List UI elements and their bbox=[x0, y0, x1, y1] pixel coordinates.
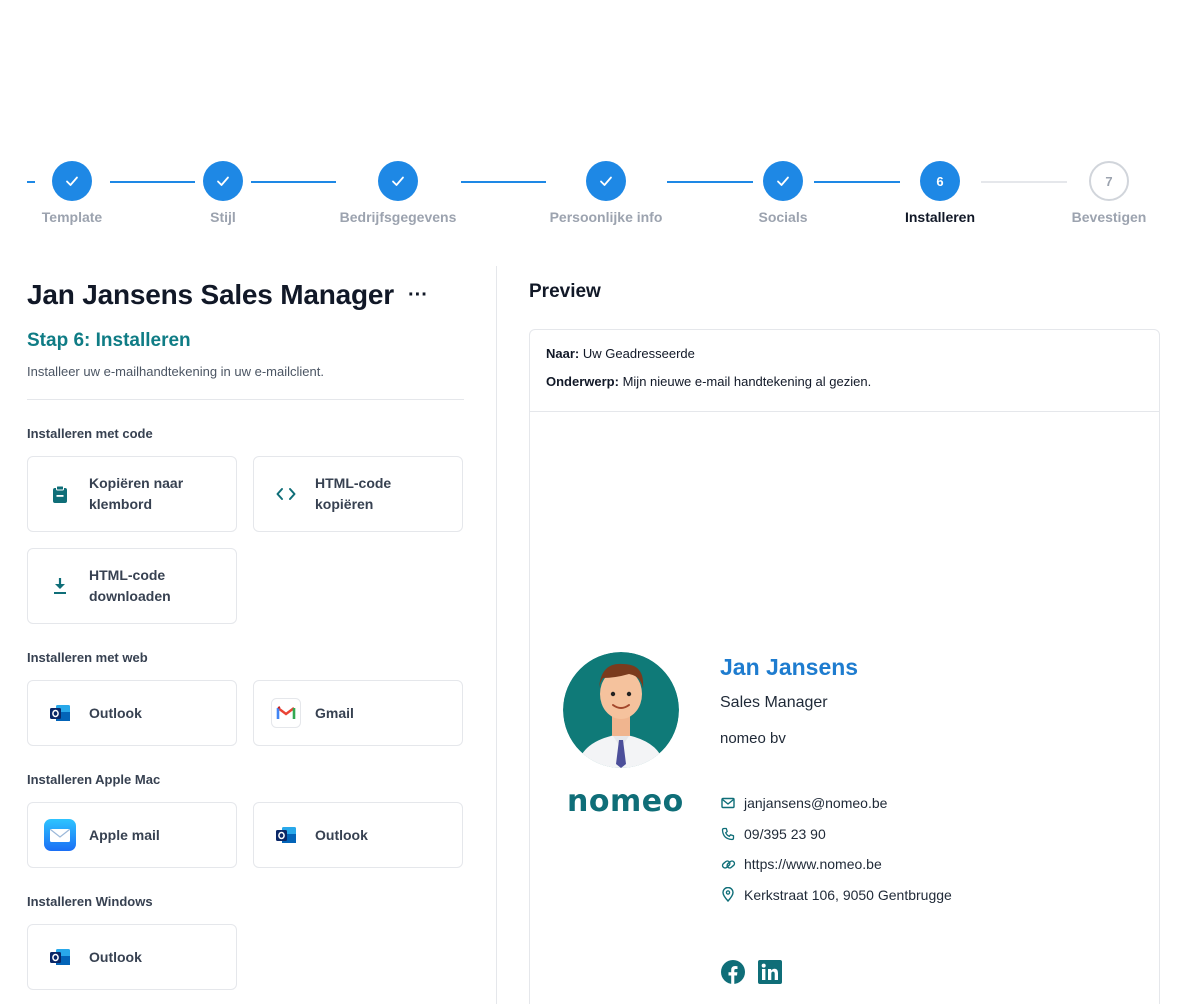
preview-title: Preview bbox=[529, 281, 601, 302]
apple-mail-icon bbox=[44, 819, 76, 851]
phone-text[interactable]: 09/395 23 90 bbox=[744, 826, 826, 842]
divider bbox=[27, 399, 464, 400]
mail-subject: Onderwerp: Mijn nieuwe e-mail handtekeni… bbox=[546, 374, 1143, 389]
step-label: Installeren bbox=[904, 209, 976, 225]
subject-label: Onderwerp: bbox=[546, 374, 619, 389]
outlook-icon bbox=[44, 697, 76, 729]
card-label: Gmail bbox=[315, 704, 354, 721]
section-title-code: Installeren met code bbox=[27, 426, 153, 441]
outlook-icon bbox=[44, 941, 76, 973]
check-icon bbox=[203, 161, 243, 201]
card-label: Outlook bbox=[89, 948, 142, 965]
signature-role: Sales Manager bbox=[720, 694, 828, 711]
signature-company: nomeo bv bbox=[720, 730, 786, 747]
section-title-mac: Installeren Apple Mac bbox=[27, 772, 161, 787]
more-icon[interactable]: ··· bbox=[408, 285, 428, 305]
website-text[interactable]: https://www.nomeo.be bbox=[744, 856, 882, 872]
facebook-icon[interactable] bbox=[720, 959, 745, 984]
step-stijl[interactable]: Stijl bbox=[143, 160, 303, 225]
download-icon bbox=[44, 570, 76, 602]
step-label: Socials bbox=[758, 209, 808, 225]
link-icon bbox=[720, 856, 736, 872]
step-title: Stap 6: Installeren bbox=[27, 330, 191, 351]
outlook-windows-button[interactable]: Outlook bbox=[27, 924, 237, 990]
clipboard-icon bbox=[44, 478, 76, 510]
step-label: Template bbox=[41, 209, 103, 225]
signature-name: Jan Jansens bbox=[720, 654, 859, 680]
copy-html-button[interactable]: HTML-code kopiëren bbox=[253, 456, 463, 532]
step-description: Installeer uw e-mailhandtekening in uw e… bbox=[27, 364, 324, 379]
step-label: Stijl bbox=[210, 209, 236, 225]
check-icon bbox=[378, 161, 418, 201]
check-icon bbox=[52, 161, 92, 201]
section-title-web: Installeren met web bbox=[27, 650, 148, 665]
social-links bbox=[720, 959, 782, 984]
outlook-web-button[interactable]: Outlook bbox=[27, 680, 237, 746]
step-bedrijfsgegevens[interactable]: Bedrijfsgegevens bbox=[318, 160, 478, 225]
progress-stepper: Template Stijl Bedrijfsgegevens Persoonl… bbox=[0, 160, 1185, 230]
contact-email: janjansens@nomeo.be bbox=[720, 788, 952, 819]
company-logo: nomeo bbox=[567, 784, 684, 819]
step-label: Bevestigen bbox=[1071, 209, 1147, 225]
address-text: Kerkstraat 106, 9050 Gentbrugge bbox=[744, 886, 952, 903]
card-label: Apple mail bbox=[89, 826, 160, 843]
step-number: 6 bbox=[920, 161, 960, 201]
email-preview: Naar: Uw Geadresseerde Onderwerp: Mijn n… bbox=[529, 329, 1160, 1004]
page-title: Jan Jansens Sales Manager bbox=[27, 279, 394, 310]
check-icon bbox=[586, 161, 626, 201]
step-label: Bedrijfsgegevens bbox=[339, 209, 457, 225]
step-bevestigen[interactable]: 7 Bevestigen bbox=[1029, 160, 1185, 225]
apple-mail-button[interactable]: Apple mail bbox=[27, 802, 237, 868]
card-label: Outlook bbox=[89, 704, 142, 721]
outlook-icon bbox=[270, 819, 302, 851]
to-label: Naar: bbox=[546, 346, 580, 361]
location-icon bbox=[720, 887, 736, 903]
step-number: 7 bbox=[1089, 161, 1129, 201]
mail-icon bbox=[720, 795, 736, 811]
outlook-mac-button[interactable]: Outlook bbox=[253, 802, 463, 868]
to-value: Uw Geadresseerde bbox=[582, 346, 695, 361]
linkedin-icon[interactable] bbox=[757, 959, 782, 984]
step-label: Persoonlijke info bbox=[549, 209, 663, 225]
step-template[interactable]: Template bbox=[0, 160, 152, 225]
card-label: Outlook bbox=[315, 826, 368, 843]
card-label: HTML-code downloaden bbox=[89, 567, 171, 604]
subject-value: Mijn nieuwe e-mail handtekening al gezie… bbox=[622, 374, 872, 389]
contact-address: Kerkstraat 106, 9050 Gentbrugge bbox=[720, 880, 952, 911]
contact-phone: 09/395 23 90 bbox=[720, 819, 952, 850]
gmail-icon bbox=[270, 697, 302, 729]
check-icon bbox=[763, 161, 803, 201]
copy-clipboard-button[interactable]: Kopiëren naar klembord bbox=[27, 456, 237, 532]
email-text[interactable]: janjansens@nomeo.be bbox=[744, 795, 887, 811]
step-persoonlijke-info[interactable]: Persoonlijke info bbox=[526, 160, 686, 225]
signature-contact: janjansens@nomeo.be 09/395 23 90 https:/… bbox=[720, 788, 952, 910]
avatar bbox=[563, 652, 679, 768]
download-html-button[interactable]: HTML-code downloaden bbox=[27, 548, 237, 624]
mail-to: Naar: Uw Geadresseerde bbox=[546, 346, 1143, 361]
gmail-web-button[interactable]: Gmail bbox=[253, 680, 463, 746]
mail-header: Naar: Uw Geadresseerde Onderwerp: Mijn n… bbox=[530, 330, 1159, 412]
contact-website: https://www.nomeo.be bbox=[720, 849, 952, 880]
section-title-windows: Installeren Windows bbox=[27, 894, 153, 909]
step-socials[interactable]: Socials bbox=[703, 160, 863, 225]
card-label: HTML-code kopiëren bbox=[315, 475, 392, 512]
card-label: Kopiëren naar klembord bbox=[89, 475, 184, 512]
install-panel: Jan Jansens Sales Manager ··· Stap 6: In… bbox=[27, 270, 464, 990]
panel-separator bbox=[496, 266, 497, 1004]
code-icon bbox=[270, 478, 302, 510]
phone-icon bbox=[720, 826, 736, 842]
step-installeren[interactable]: 6 Installeren bbox=[860, 160, 1020, 225]
